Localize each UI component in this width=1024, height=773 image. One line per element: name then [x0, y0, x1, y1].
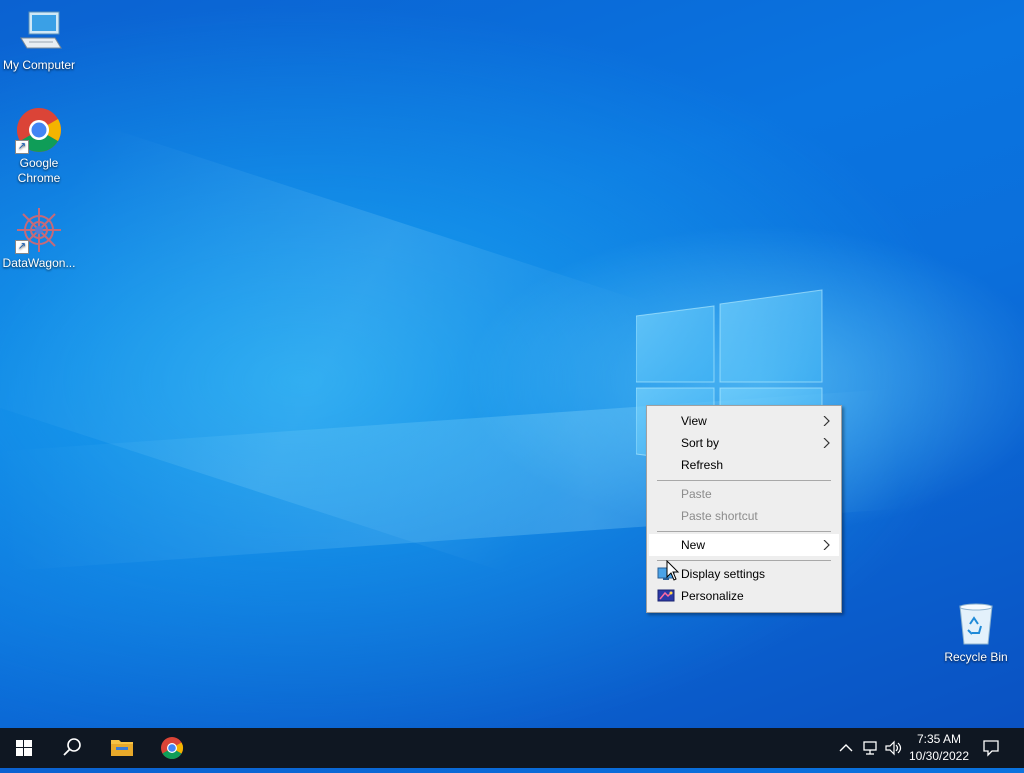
network-icon[interactable] — [862, 740, 880, 756]
search-icon — [63, 738, 81, 756]
taskbar: 7:35 AM 10/30/2022 — [0, 728, 1024, 768]
chevron-right-icon — [823, 416, 830, 426]
shortcut-arrow-icon: ↗ — [15, 140, 29, 154]
desktop-icon-google-chrome[interactable]: ↗ Google Chrome — [0, 106, 78, 186]
datawagon-icon: ↗ — [15, 206, 63, 254]
menu-item-label: Paste — [681, 487, 712, 501]
menu-item-label: New — [681, 538, 706, 552]
file-explorer-icon — [111, 740, 133, 756]
menu-item-paste-shortcut: Paste shortcut — [649, 505, 839, 527]
menu-separator — [657, 531, 831, 532]
desktop-icon-my-computer[interactable]: My Computer — [0, 8, 78, 73]
chrome-taskbar-button[interactable] — [148, 728, 196, 768]
file-explorer-button[interactable] — [98, 728, 146, 768]
menu-item-new[interactable]: New — [649, 534, 839, 556]
menu-item-sort-by[interactable]: Sort by — [649, 432, 839, 454]
recycle-bin-icon — [954, 602, 998, 646]
menu-item-label: Refresh — [681, 458, 724, 472]
desktop-icon-label: Google Chrome — [17, 156, 61, 185]
computer-icon — [15, 8, 63, 56]
windows-start-icon — [16, 740, 32, 756]
volume-icon[interactable] — [884, 740, 902, 756]
menu-separator — [657, 560, 831, 561]
menu-item-label: Sort by — [681, 436, 720, 450]
desktop-icon-label: My Computer — [2, 58, 76, 72]
desktop-icon-recycle-bin[interactable]: Recycle Bin — [940, 602, 1012, 664]
chevron-right-icon — [823, 540, 830, 550]
recycle-bin-label: Recycle Bin — [944, 650, 1008, 664]
desktop-icon-label: DataWagon... — [2, 256, 76, 270]
chrome-icon — [161, 737, 183, 759]
menu-item-label: Personalize — [681, 589, 744, 603]
desktop-icon-datawagon[interactable]: ↗ DataWagon... — [0, 206, 78, 271]
chevron-right-icon — [823, 438, 830, 448]
menu-item-label: Paste shortcut — [681, 509, 758, 523]
menu-item-refresh[interactable]: Refresh — [649, 454, 839, 476]
shortcut-arrow-icon: ↗ — [15, 240, 29, 254]
menu-item-label: View — [681, 414, 707, 428]
menu-item-personalize[interactable]: Personalize — [649, 585, 839, 607]
mouse-cursor-icon — [666, 560, 680, 581]
chevron-up-icon[interactable] — [838, 740, 854, 756]
clock-date: 10/30/2022 — [908, 749, 970, 763]
clock[interactable]: 7:35 AM 10/30/2022 — [906, 732, 972, 763]
menu-item-paste: Paste — [649, 483, 839, 505]
start-button[interactable] — [0, 728, 48, 768]
chrome-icon: ↗ — [15, 106, 63, 154]
clock-time: 7:35 AM — [916, 732, 962, 746]
menu-separator — [657, 480, 831, 481]
menu-item-label: Display settings — [681, 567, 766, 581]
personalize-icon — [657, 589, 675, 602]
notification-icon[interactable] — [982, 739, 1000, 757]
menu-item-view[interactable]: View — [649, 410, 839, 432]
search-button[interactable] — [48, 728, 96, 768]
